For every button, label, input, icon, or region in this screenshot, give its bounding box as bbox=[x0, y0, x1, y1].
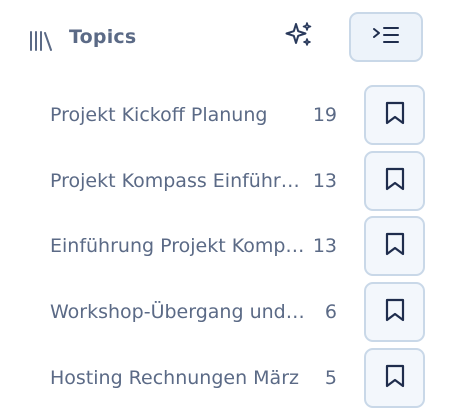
topic-row[interactable]: Projekt Kompass Einführung 13 bbox=[0, 150, 456, 212]
topic-name: Projekt Kickoff Planung bbox=[50, 104, 268, 126]
topic-name: Projekt Kompass Einführung bbox=[50, 170, 306, 192]
bookmark-icon bbox=[384, 231, 406, 261]
bookmark-icon bbox=[384, 166, 406, 196]
topic-row[interactable]: Einführung Projekt Kompass 13 bbox=[0, 215, 456, 277]
topic-name: Einführung Projekt Kompass bbox=[50, 235, 306, 257]
topic-count: 13 bbox=[312, 170, 337, 192]
topic-count: 5 bbox=[324, 367, 337, 389]
topic-count: 19 bbox=[312, 104, 337, 126]
topic-row[interactable]: Workshop-Übergang und Planung 6 bbox=[0, 281, 456, 343]
bookmark-button[interactable] bbox=[364, 85, 425, 145]
topics-panel: Topics Projekt Kickoff Planung 19 Projek… bbox=[0, 0, 456, 416]
topic-list: Projekt Kickoff Planung 19 Projekt Kompa… bbox=[0, 0, 456, 416]
topic-name: Hosting Rechnungen März bbox=[50, 367, 299, 389]
bookmark-icon bbox=[384, 363, 406, 393]
bookmark-icon bbox=[384, 297, 406, 327]
bookmark-icon bbox=[384, 100, 406, 130]
topic-count: 13 bbox=[312, 235, 337, 257]
bookmark-button[interactable] bbox=[364, 348, 425, 408]
bookmark-button[interactable] bbox=[364, 151, 425, 211]
topic-count: 6 bbox=[324, 301, 337, 323]
topic-name: Workshop-Übergang und Planung bbox=[50, 301, 306, 323]
bookmark-button[interactable] bbox=[364, 216, 425, 276]
topic-row[interactable]: Projekt Kickoff Planung 19 bbox=[0, 84, 456, 146]
topic-row[interactable]: Hosting Rechnungen März 5 bbox=[0, 347, 456, 409]
bookmark-button[interactable] bbox=[364, 282, 425, 342]
